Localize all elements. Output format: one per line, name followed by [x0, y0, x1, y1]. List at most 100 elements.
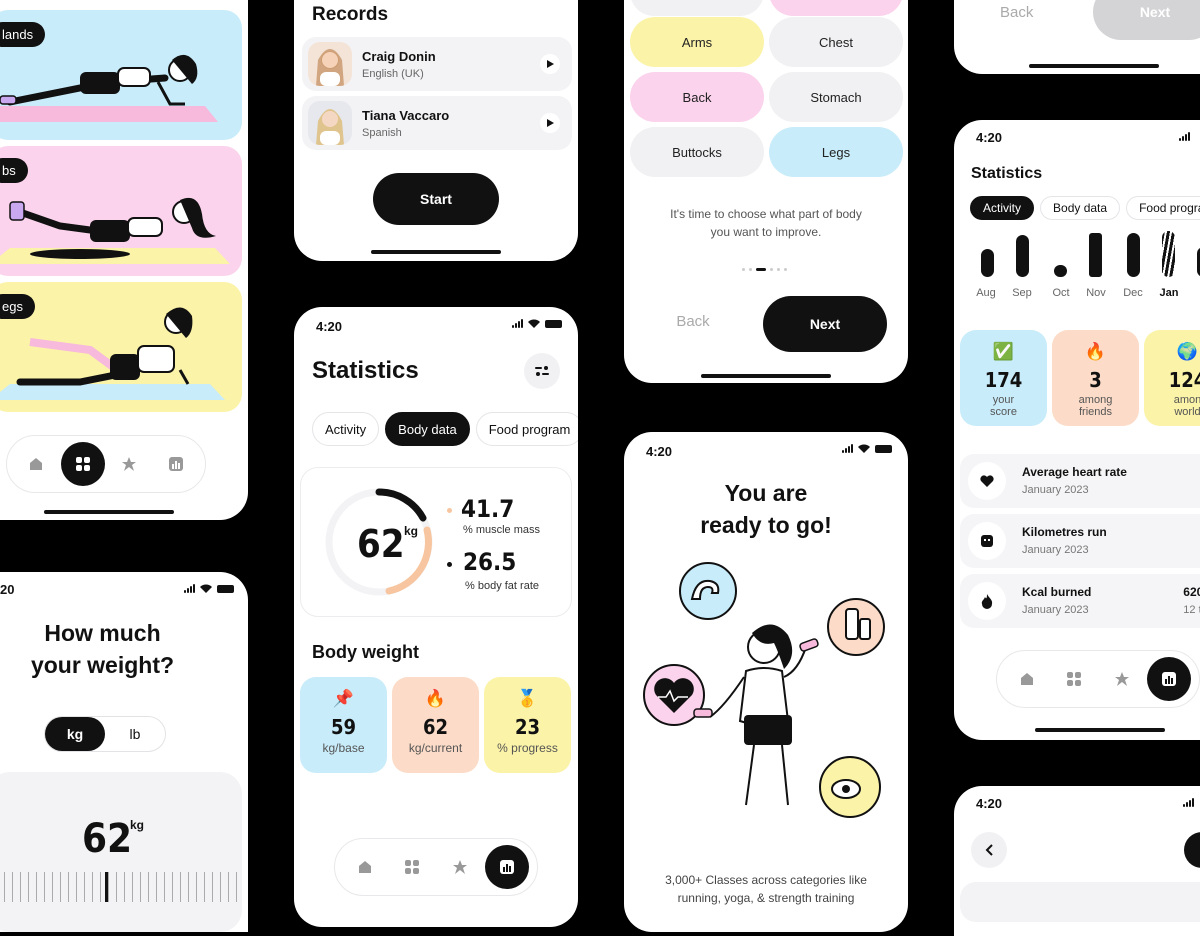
body-part-option[interactable]	[769, 0, 903, 16]
bar-dec	[1127, 233, 1140, 277]
star-icon	[121, 456, 137, 472]
exercise-card-legs[interactable]: egs	[0, 282, 242, 412]
back-button[interactable]: Back	[1000, 4, 1033, 21]
play-button[interactable]	[540, 113, 560, 133]
ring-unit: kg	[404, 524, 418, 538]
status-bar: 4:20	[954, 786, 1200, 820]
grid-tab[interactable]	[61, 442, 105, 486]
record-language: English (UK)	[362, 68, 424, 80]
menu-button[interactable]	[1184, 832, 1200, 868]
body-part-buttocks[interactable]: Buttocks	[630, 127, 764, 177]
fat-dot	[447, 562, 452, 567]
weight-ruler[interactable]	[0, 872, 242, 902]
body-part-stomach[interactable]: Stomach	[769, 72, 903, 122]
friends-card: 🔥 3 among friends	[1052, 330, 1139, 426]
section-title: Body weight	[312, 642, 419, 663]
home-tab[interactable]	[1005, 657, 1049, 701]
tab-activity[interactable]: Activity	[970, 196, 1034, 220]
tab-body-data[interactable]: Body data	[385, 412, 470, 446]
home-tab[interactable]	[343, 845, 387, 889]
back-nav-button[interactable]	[971, 832, 1007, 868]
tab-food-program[interactable]: Food program	[476, 412, 578, 446]
chart-icon	[1161, 671, 1177, 687]
metric-title: Average heart rate	[1022, 465, 1127, 479]
metric-title: Kcal burned	[1022, 585, 1091, 599]
tab-food-program[interactable]: Food program	[1126, 196, 1200, 220]
bar-aug	[981, 249, 994, 277]
tab-body-data[interactable]: Body data	[1040, 196, 1120, 220]
ready-title-line-1: You are	[624, 480, 908, 507]
page-dots	[742, 268, 787, 271]
content-panel	[960, 882, 1200, 922]
progress-value: 23	[484, 715, 571, 739]
wifi-icon	[858, 444, 870, 453]
stats-tab[interactable]	[485, 845, 529, 889]
metric-row[interactable]: Average heart rate January 2023 1 per	[960, 454, 1200, 508]
wifi-icon	[528, 319, 540, 328]
activity-stats-screen: 4:20 Statistics Activity Body data Food …	[954, 120, 1200, 740]
metric-row[interactable]: Kcal burned January 2023 6200 k 12 train	[960, 574, 1200, 628]
grid-tab[interactable]	[1052, 657, 1096, 701]
activity-chart: Aug Sep Oct Nov Dec Jan F	[954, 225, 1200, 305]
record-name: Craig Donin	[362, 49, 436, 64]
onboarding-screen-top: Back Next	[954, 0, 1200, 74]
metric-date: January 2023	[1022, 484, 1089, 496]
current-weight-card: 🔥 62 kg/current	[392, 677, 479, 773]
status-bar: 4:20	[624, 432, 908, 466]
exercise-card-abs[interactable]: bs	[0, 146, 242, 276]
unit-lb-button[interactable]: lb	[105, 717, 165, 751]
metric-row[interactable]: Kilometres run January 2023 124 per	[960, 514, 1200, 568]
body-part-chest[interactable]: Chest	[769, 17, 903, 67]
battery-icon	[545, 320, 562, 328]
signal-icon	[842, 444, 853, 453]
prompt-line-2: you want to improve.	[624, 225, 908, 239]
bar-sep	[1016, 235, 1029, 277]
globe-icon: 🌍	[1144, 342, 1200, 362]
body-part-back[interactable]: Back	[630, 72, 764, 122]
favorites-tab[interactable]	[1100, 657, 1144, 701]
back-button[interactable]: Back	[668, 313, 718, 330]
status-time: 4:20	[646, 444, 672, 459]
fat-label: % body fat rate	[465, 580, 539, 592]
check-icon: ✅	[960, 342, 1047, 362]
body-part-arms[interactable]: Arms	[630, 17, 764, 67]
chart-icon	[499, 859, 515, 875]
grid-tab[interactable]	[390, 845, 434, 889]
status-time: 4:20	[976, 796, 1002, 811]
favorites-tab[interactable]	[107, 442, 151, 486]
muscle-label: % muscle mass	[463, 524, 540, 536]
body-part-legs[interactable]: Legs	[769, 127, 903, 177]
body-part-screen: Arms Chest Back Stomach Buttocks Legs It…	[624, 0, 908, 383]
tab-activity[interactable]: Activity	[312, 412, 379, 446]
home-icon	[28, 456, 44, 472]
body-part-option[interactable]	[630, 0, 764, 16]
weight-picker-panel: 62 kg	[0, 772, 242, 932]
stats-tab[interactable]	[1147, 657, 1191, 701]
grid-icon	[75, 456, 91, 472]
month-label: Oct	[1046, 287, 1076, 299]
signal-icon	[1183, 798, 1194, 807]
start-button[interactable]: Start	[373, 173, 499, 225]
home-indicator	[371, 250, 501, 254]
unit-toggle: kg lb	[44, 716, 166, 752]
exercise-card-planks[interactable]: lands	[0, 10, 242, 140]
status-bar: 4:20	[954, 120, 1200, 154]
unit-kg-button[interactable]: kg	[45, 717, 105, 751]
battery-icon	[217, 585, 234, 593]
progress-label: % progress	[484, 741, 571, 755]
metric-value: 6200 k	[1183, 585, 1200, 599]
home-tab[interactable]	[14, 442, 58, 486]
record-item[interactable]: Tiana Vaccaro Spanish	[302, 96, 572, 150]
filter-button[interactable]	[524, 353, 560, 389]
score-label: score	[960, 406, 1047, 418]
favorites-tab[interactable]	[438, 845, 482, 889]
next-button[interactable]: Next	[763, 296, 887, 352]
stats-tab[interactable]	[154, 442, 198, 486]
play-button[interactable]	[540, 54, 560, 74]
pin-icon: 📌	[300, 689, 387, 709]
record-item[interactable]: Craig Donin English (UK)	[302, 37, 572, 91]
current-weight-value: 62	[392, 715, 479, 739]
next-button[interactable]: Next	[1093, 0, 1200, 40]
star-icon	[452, 859, 468, 875]
month-label: Aug	[971, 287, 1001, 299]
